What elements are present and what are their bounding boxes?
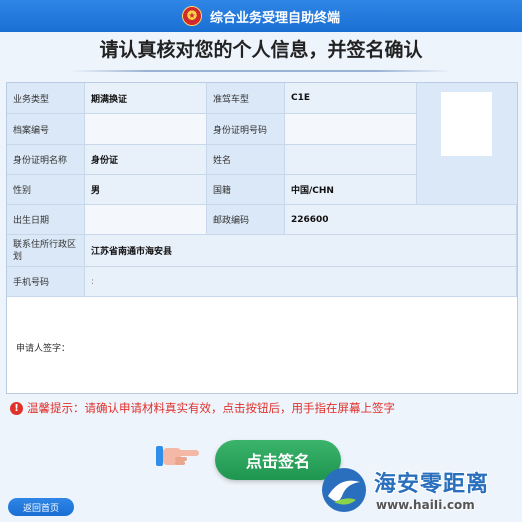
app-title: 综合业务受理自助终端 xyxy=(209,10,340,26)
warning-icon: ! xyxy=(10,401,23,415)
postal-code-label: 邮政编码 xyxy=(207,205,285,235)
address-value: 江苏省南通市海安县 xyxy=(85,235,517,267)
file-no-value xyxy=(85,114,207,145)
vehicle-type-value: C1E xyxy=(285,83,417,114)
business-type-value: 期满换证 xyxy=(85,83,207,114)
tip-text: 温馨提示：请确认申请材料真实有效，点击按钮后，用手指在屏幕上签字 xyxy=(27,401,395,415)
postal-code-value: 226600 xyxy=(285,205,517,235)
birth-date-value xyxy=(85,205,207,235)
signature-label: 申请人签字： xyxy=(16,344,71,354)
back-home-button[interactable]: 返回首页 xyxy=(8,498,74,516)
page-title: 请认真核对您的个人信息，并签名确认 xyxy=(99,39,423,61)
tip-message: ! 温馨提示：请确认申请材料真实有效，点击按钮后，用手指在屏幕上签字 xyxy=(10,400,395,416)
gender-value: 男 xyxy=(85,175,207,205)
name-value xyxy=(285,145,417,175)
file-no-label: 档案编号 xyxy=(7,114,85,145)
id-no-label: 身份证明号码 xyxy=(207,114,285,145)
id-no-value xyxy=(285,114,417,145)
signature-area[interactable]: 申请人签字： xyxy=(7,297,517,393)
pointing-hand-icon xyxy=(156,446,199,466)
nationality-label: 国籍 xyxy=(207,175,285,205)
watermark: 海安零距离 www.haiIi.com xyxy=(320,462,520,520)
phone-value: : xyxy=(85,267,517,297)
birth-date-label: 出生日期 xyxy=(7,205,85,235)
watermark-url: www.haiIi.com xyxy=(376,498,475,512)
watermark-text: 海安零距离 xyxy=(374,472,490,497)
vehicle-type-label: 准驾车型 xyxy=(207,83,285,114)
photo-area xyxy=(417,83,517,205)
police-emblem-icon xyxy=(181,6,202,26)
title-divider xyxy=(70,70,452,72)
site-logo-icon xyxy=(322,468,366,512)
info-form: 业务类型 期满换证 准驾车型 C1E 档案编号 身份证明号码 身份证明名称 身份… xyxy=(6,82,518,394)
top-bar: 综合业务受理自助终端 xyxy=(0,0,522,32)
id-name-label: 身份证明名称 xyxy=(7,145,85,175)
id-photo xyxy=(441,92,492,156)
id-name-value: 身份证 xyxy=(85,145,207,175)
phone-label: 手机号码 xyxy=(7,267,85,297)
name-label: 姓名 xyxy=(207,145,285,175)
gender-label: 性别 xyxy=(7,175,85,205)
address-label: 联系住所行政区划 xyxy=(7,235,85,267)
business-type-label: 业务类型 xyxy=(7,83,85,114)
nationality-value: 中国/CHN xyxy=(285,175,417,205)
